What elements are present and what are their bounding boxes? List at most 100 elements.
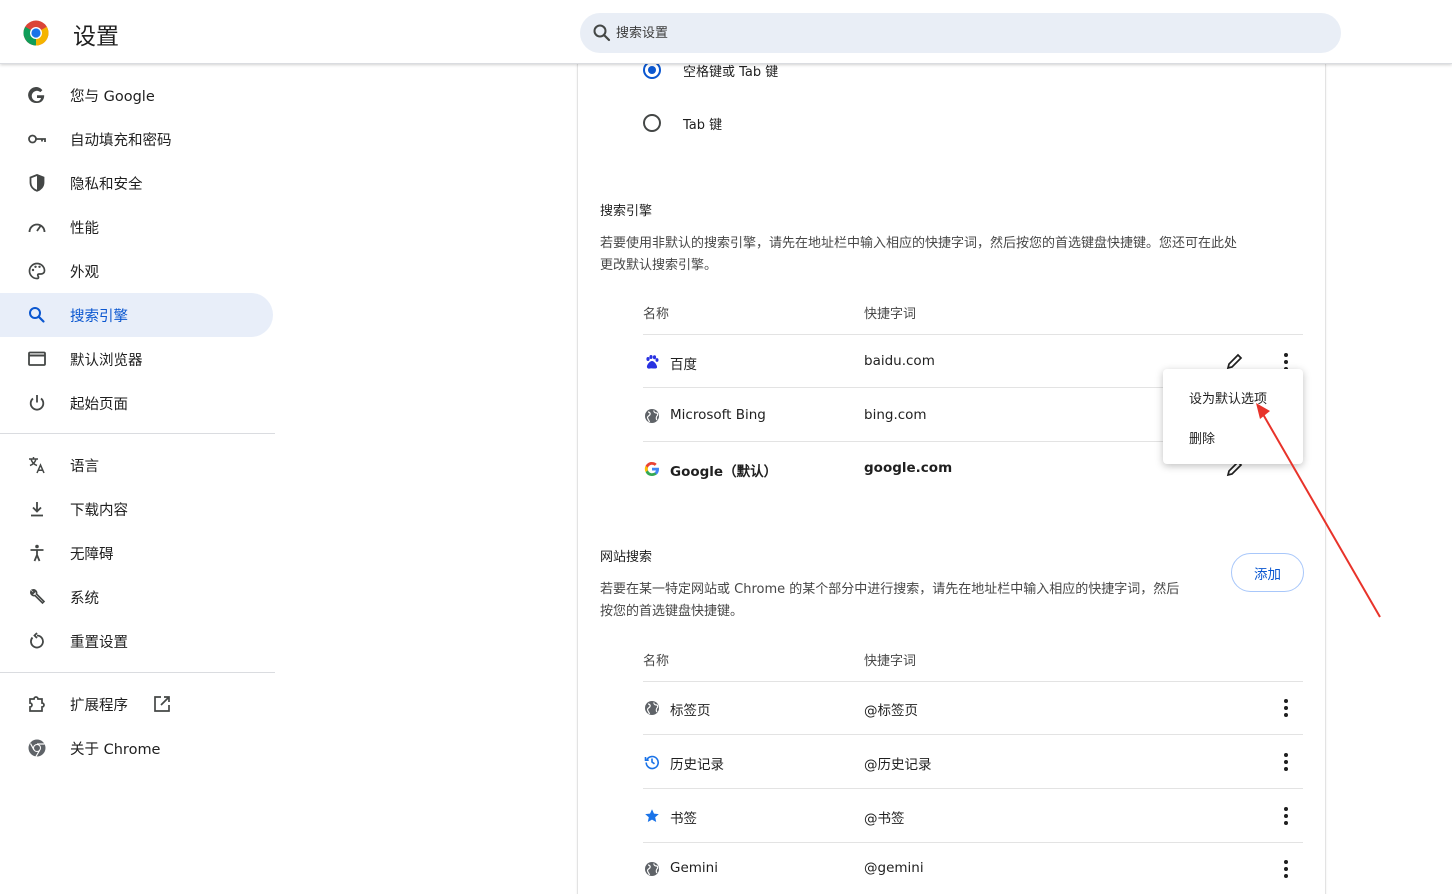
globe-icon xyxy=(645,862,659,876)
site-search-shortcut: @书签 xyxy=(864,811,905,827)
column-header-shortcut: 快捷字词 xyxy=(864,654,917,669)
site-search-shortcut: @gemini xyxy=(864,860,924,876)
accessibility-icon xyxy=(30,544,44,562)
column-header-name: 名称 xyxy=(643,307,670,322)
sidebar-item-label: 关于 Chrome xyxy=(70,742,161,758)
wrench-icon xyxy=(30,589,46,605)
radio-tab-only[interactable] xyxy=(643,114,661,132)
sidebar-item-extensions[interactable]: 扩展程序 xyxy=(0,682,273,726)
sidebar-item-downloads[interactable]: 下载内容 xyxy=(0,487,273,531)
column-header-shortcut: 快捷字词 xyxy=(864,307,917,322)
row-divider xyxy=(643,734,1303,735)
history-icon xyxy=(644,755,659,770)
search-engines-description-line1: 若要使用非默认的搜索引擎，请先在地址栏中输入相应的快捷字词，然后按您的首选键盘快… xyxy=(600,236,1238,251)
row-divider xyxy=(643,681,1303,682)
reset-icon xyxy=(30,632,44,649)
settings-header: 设置 xyxy=(0,0,1452,64)
sidebar-item-about-chrome[interactable]: 关于 Chrome xyxy=(0,726,273,770)
site-search-shortcut: @历史记录 xyxy=(864,757,932,773)
sidebar-item-privacy[interactable]: 隐私和安全 xyxy=(0,161,273,205)
speedometer-icon xyxy=(28,223,46,233)
more-options-icon[interactable] xyxy=(1276,698,1296,718)
sidebar-item-label: 下载内容 xyxy=(70,503,128,519)
search-engine-shortcut: baidu.com xyxy=(864,353,935,369)
baidu-paw-icon xyxy=(646,355,659,369)
more-options-icon[interactable] xyxy=(1276,752,1296,772)
sidebar-item-autofill[interactable]: 自动填充和密码 xyxy=(0,117,273,161)
sidebar-item-label: 性能 xyxy=(70,221,99,237)
menu-item-label: 删除 xyxy=(1189,432,1216,447)
site-search-name: 历史记录 xyxy=(670,757,724,773)
puzzle-icon xyxy=(29,696,45,712)
search-icon xyxy=(29,307,45,323)
settings-card: 空格键或 Tab 键 Tab 键 搜索引擎 若要使用非默认的搜索引擎，请先在地址… xyxy=(577,61,1326,894)
sidebar-divider xyxy=(0,672,275,673)
sidebar-item-label: 自动填充和密码 xyxy=(70,133,172,149)
sidebar-nav: 您与 Google 自动填充和密码 隐私和安全 性能 外观 搜索引擎 默认浏览器… xyxy=(0,64,276,894)
site-search-shortcut: @标签页 xyxy=(864,703,918,719)
site-search-description-line2: 按您的首选键盘快捷键。 xyxy=(600,604,744,619)
sidebar-item-search-engine[interactable]: 搜索引擎 xyxy=(0,293,273,337)
sidebar-item-startup[interactable]: 起始页面 xyxy=(0,381,273,425)
more-options-icon[interactable] xyxy=(1276,806,1296,826)
chrome-logo-icon xyxy=(23,20,49,46)
sidebar-item-label: 扩展程序 xyxy=(70,698,128,714)
sidebar-item-label: 搜索引擎 xyxy=(70,309,128,325)
sidebar-item-appearance[interactable]: 外观 xyxy=(0,249,273,293)
download-icon xyxy=(31,502,43,517)
sidebar-item-default-browser[interactable]: 默认浏览器 xyxy=(0,337,273,381)
sidebar-item-label: 语言 xyxy=(70,459,99,475)
key-icon xyxy=(28,134,46,144)
section-title-site-search: 网站搜索 xyxy=(600,550,653,565)
page-title: 设置 xyxy=(73,24,119,50)
sidebar-item-languages[interactable]: 语言 xyxy=(0,443,273,487)
column-header-name: 名称 xyxy=(643,654,670,669)
annotation-arrow-icon xyxy=(1256,403,1381,618)
sidebar-item-label: 默认浏览器 xyxy=(70,353,143,369)
globe-icon xyxy=(645,409,659,423)
sidebar-item-label: 重置设置 xyxy=(70,635,128,651)
sidebar-item-label: 系统 xyxy=(70,591,99,607)
google-g-icon xyxy=(28,87,45,104)
search-engines-description-line2: 更改默认搜索引擎。 xyxy=(600,258,718,273)
sidebar-item-label: 外观 xyxy=(70,265,99,281)
search-engine-name: 百度 xyxy=(670,357,697,373)
sidebar-item-accessibility[interactable]: 无障碍 xyxy=(0,531,273,575)
palette-icon xyxy=(28,262,46,280)
site-search-name: 书签 xyxy=(670,811,697,827)
site-search-description-line1: 若要在某一特定网站或 Chrome 的某个部分中进行搜索，请先在地址栏中输入相应… xyxy=(600,582,1180,597)
sidebar-item-you-and-google[interactable]: 您与 Google xyxy=(0,73,273,117)
search-input[interactable] xyxy=(616,13,1316,53)
power-icon xyxy=(29,395,45,411)
shield-icon xyxy=(29,174,45,192)
google-g-icon xyxy=(644,461,659,477)
radio-label: Tab 键 xyxy=(683,118,723,133)
section-title-search-engines: 搜索引擎 xyxy=(600,204,653,219)
site-search-name: 标签页 xyxy=(670,703,711,719)
star-icon xyxy=(645,809,659,822)
search-engine-name: Microsoft Bing xyxy=(670,407,766,423)
search-engine-shortcut: google.com xyxy=(864,460,953,476)
row-divider xyxy=(643,788,1303,789)
search-bar[interactable] xyxy=(580,13,1341,53)
globe-icon xyxy=(645,701,659,715)
sidebar-item-label: 隐私和安全 xyxy=(70,177,143,193)
sidebar-item-system[interactable]: 系统 xyxy=(0,575,273,619)
search-engine-shortcut: bing.com xyxy=(864,407,927,423)
more-options-icon[interactable] xyxy=(1276,859,1296,879)
chrome-icon xyxy=(28,739,46,758)
browser-window-icon xyxy=(28,351,46,366)
external-link-icon xyxy=(154,696,170,712)
translate-icon xyxy=(29,457,45,474)
sidebar-item-label: 无障碍 xyxy=(70,547,114,563)
sidebar-item-label: 起始页面 xyxy=(70,397,128,413)
sidebar-item-performance[interactable]: 性能 xyxy=(0,205,273,249)
sidebar-divider xyxy=(0,433,275,434)
row-divider xyxy=(643,334,1303,335)
search-engine-name: Google（默认） xyxy=(670,464,778,480)
site-search-name: Gemini xyxy=(670,860,718,876)
sidebar-item-label: 您与 Google xyxy=(70,89,155,105)
row-divider xyxy=(643,842,1303,843)
search-icon xyxy=(593,24,611,42)
sidebar-item-reset[interactable]: 重置设置 xyxy=(0,619,273,663)
